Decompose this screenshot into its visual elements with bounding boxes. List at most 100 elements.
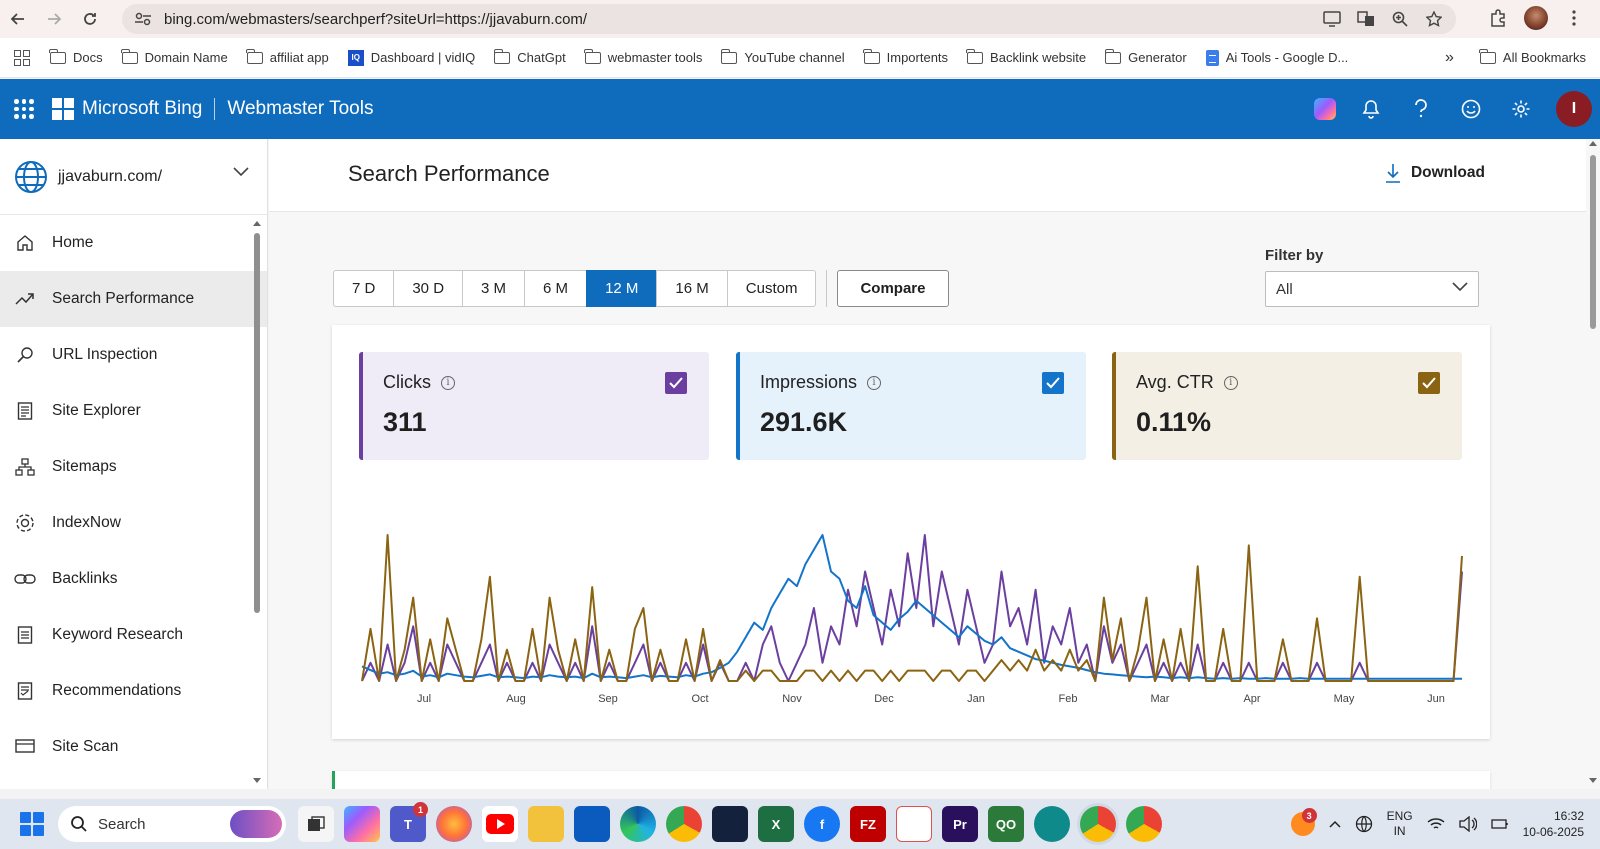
clock-time: 16:32: [1553, 809, 1584, 823]
filezilla-app-icon[interactable]: FZ: [850, 806, 886, 842]
notification-app-icon[interactable]: 3: [1290, 808, 1317, 836]
apps-grid-icon[interactable]: [14, 49, 30, 66]
info-icon[interactable]: i: [867, 375, 882, 390]
sidebar-item-keyword-research[interactable]: Keyword Research: [0, 607, 267, 663]
screen-recorder-icon[interactable]: [1034, 806, 1070, 842]
address-bar[interactable]: bing.com/webmasters/searchperf?siteUrl=h…: [122, 4, 1456, 34]
premiere-app-icon[interactable]: Pr: [942, 806, 978, 842]
feedback-smiley-icon[interactable]: [1456, 89, 1486, 129]
site-selector[interactable]: jjavaburn.com/: [0, 139, 267, 215]
impressions-checkbox[interactable]: [1042, 372, 1064, 394]
bookmark-affiliat-app[interactable]: affiliat app: [246, 48, 329, 65]
metric-ctr-card[interactable]: Avg. CTR i 0.11%: [1112, 352, 1462, 460]
metric-impressions-card[interactable]: Impressions i 291.6K: [736, 352, 1086, 460]
file-explorer-icon[interactable]: [528, 806, 564, 842]
edge-app-icon[interactable]: [620, 806, 656, 842]
chrome-app-icon[interactable]: [666, 806, 702, 842]
extensions-icon[interactable]: [1486, 4, 1510, 32]
sidebar-item-search-performance[interactable]: Search Performance: [0, 271, 267, 327]
clicks-checkbox[interactable]: [665, 372, 687, 394]
app-launcher-icon[interactable]: [14, 99, 34, 119]
volume-icon[interactable]: [1458, 816, 1477, 832]
main-scroll-thumb[interactable]: [1590, 155, 1596, 329]
bookmarks-overflow-button[interactable]: »: [1445, 49, 1454, 67]
main-scrollbar[interactable]: [1586, 139, 1600, 789]
range-custom-button[interactable]: Custom: [726, 270, 817, 307]
bookmark-ai-tools[interactable]: Ai Tools - Google D...: [1205, 49, 1348, 66]
bookmark-vidiq[interactable]: IQ Dashboard | vidIQ: [347, 49, 475, 66]
battery-icon[interactable]: [1490, 817, 1509, 831]
chevron-up-icon[interactable]: [1329, 820, 1341, 828]
compare-button[interactable]: Compare: [837, 270, 949, 307]
back-button[interactable]: [0, 1, 36, 37]
sidebar-item-url-inspection[interactable]: URL Inspection: [0, 327, 267, 383]
ctr-checkbox[interactable]: [1418, 372, 1440, 394]
user-avatar[interactable]: I: [1556, 91, 1592, 127]
reload-button[interactable]: [72, 1, 108, 37]
profile-avatar[interactable]: [1524, 6, 1548, 30]
all-bookmarks-button[interactable]: All Bookmarks: [1479, 48, 1586, 65]
zoom-icon[interactable]: [1390, 9, 1410, 29]
range-7d-button[interactable]: 7 D: [333, 270, 395, 307]
download-button[interactable]: Download: [1385, 163, 1485, 183]
sidebar-item-sitemaps[interactable]: Sitemaps: [0, 439, 267, 495]
info-icon[interactable]: i: [1223, 375, 1238, 390]
translate-icon[interactable]: [1356, 9, 1376, 29]
product-name[interactable]: Webmaster Tools: [227, 98, 373, 120]
youtube-app-icon[interactable]: [482, 806, 518, 842]
bookmark-importents[interactable]: Importents: [863, 48, 948, 65]
bookmark-star-icon[interactable]: [1424, 9, 1444, 29]
firefox-app-icon[interactable]: [436, 806, 472, 842]
site-info-icon[interactable]: [134, 12, 156, 26]
sidebar-scroll-thumb[interactable]: [254, 233, 260, 613]
sidebar-item-site-explorer[interactable]: Site Explorer: [0, 383, 267, 439]
bookmark-docs[interactable]: Docs: [49, 48, 103, 65]
install-app-icon[interactable]: [1322, 9, 1342, 29]
copilot-icon[interactable]: [1314, 98, 1336, 120]
system-clock[interactable]: 16:32 10-06-2025: [1523, 808, 1584, 840]
bookmark-domain-name[interactable]: Domain Name: [121, 48, 228, 65]
windows-start-icon[interactable]: [20, 812, 44, 836]
metric-clicks-card[interactable]: Clicks i 311: [359, 352, 709, 460]
bookmark-generator[interactable]: Generator: [1104, 48, 1187, 65]
bookmark-webmaster-tools[interactable]: webmaster tools: [584, 48, 702, 65]
taskbar-search[interactable]: Search: [58, 806, 286, 842]
facebook-app-icon[interactable]: f: [804, 806, 840, 842]
excel-app-icon[interactable]: X: [758, 806, 794, 842]
bookmark-backlink-website[interactable]: Backlink website: [966, 48, 1086, 65]
sidebar-item-recommendations[interactable]: Recommendations: [0, 663, 267, 719]
network-globe-icon[interactable]: [1355, 815, 1373, 833]
bookmark-chatgpt[interactable]: ChatGpt: [493, 48, 566, 65]
chrome-profile-2-icon[interactable]: [1126, 806, 1162, 842]
range-16m-button[interactable]: 16 M: [656, 270, 728, 307]
sidebar-scrollbar[interactable]: [251, 219, 263, 789]
sidebar-item-indexnow[interactable]: IndexNow: [0, 495, 267, 551]
settings-gear-icon[interactable]: [1506, 89, 1536, 129]
vidiq-app-icon[interactable]: QO: [988, 806, 1024, 842]
forward-button[interactable]: [36, 1, 72, 37]
browser-menu-icon[interactable]: [1562, 4, 1586, 32]
range-12m-button[interactable]: 12 M: [586, 270, 658, 307]
vpn-app-icon[interactable]: [712, 806, 748, 842]
notifications-bell-icon[interactable]: [1356, 89, 1386, 129]
range-3m-button[interactable]: 3 M: [462, 270, 526, 307]
info-icon[interactable]: i: [441, 375, 455, 390]
task-view-icon[interactable]: [298, 806, 334, 842]
language-indicator[interactable]: ENG IN: [1387, 809, 1413, 839]
sidebar-item-backlinks[interactable]: Backlinks: [0, 551, 267, 607]
phone-link-icon[interactable]: [896, 806, 932, 842]
sidebar-item-home[interactable]: Home: [0, 215, 267, 271]
teams-app-icon[interactable]: T1: [390, 802, 428, 842]
filter-select[interactable]: All: [1265, 271, 1479, 307]
copilot-app-icon[interactable]: [344, 806, 380, 842]
chevron-down-icon[interactable]: [233, 167, 249, 177]
range-30d-button[interactable]: 30 D: [393, 270, 464, 307]
chrome-profile-1-icon[interactable]: [1080, 806, 1116, 842]
brand-name[interactable]: Microsoft Bing: [82, 98, 202, 120]
wifi-icon[interactable]: [1427, 817, 1445, 831]
microsoft-store-icon[interactable]: [574, 806, 610, 842]
range-6m-button[interactable]: 6 M: [524, 270, 588, 307]
bookmark-youtube-channel[interactable]: YouTube channel: [720, 48, 845, 65]
help-icon[interactable]: [1406, 89, 1436, 129]
sidebar-item-site-scan[interactable]: Site Scan: [0, 719, 267, 775]
